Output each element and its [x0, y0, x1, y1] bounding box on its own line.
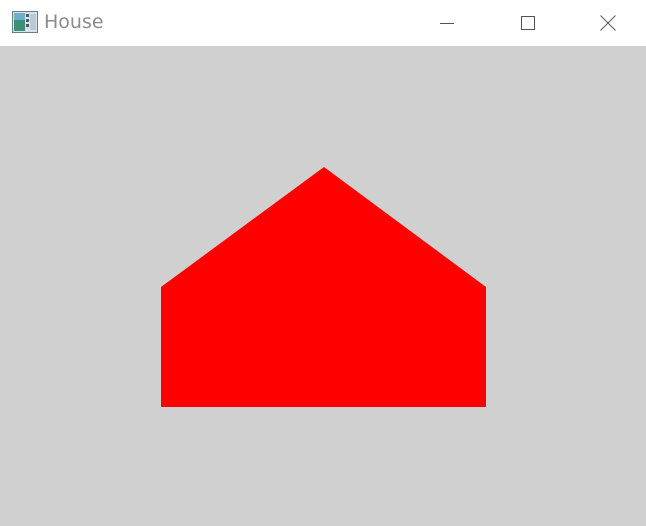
app-window: House — [0, 0, 646, 526]
close-icon — [600, 15, 616, 31]
maximize-button[interactable] — [493, 0, 563, 46]
title-bar[interactable]: House — [0, 0, 646, 46]
window-title: House — [44, 11, 104, 33]
minimize-button[interactable] — [412, 0, 482, 46]
app-window-icon[interactable] — [12, 11, 38, 33]
minimize-icon — [440, 23, 454, 24]
house-shape — [161, 167, 486, 407]
drawing-canvas — [0, 46, 646, 526]
maximize-icon — [521, 16, 535, 30]
close-button[interactable] — [573, 0, 643, 46]
canvas-svg — [161, 167, 486, 407]
